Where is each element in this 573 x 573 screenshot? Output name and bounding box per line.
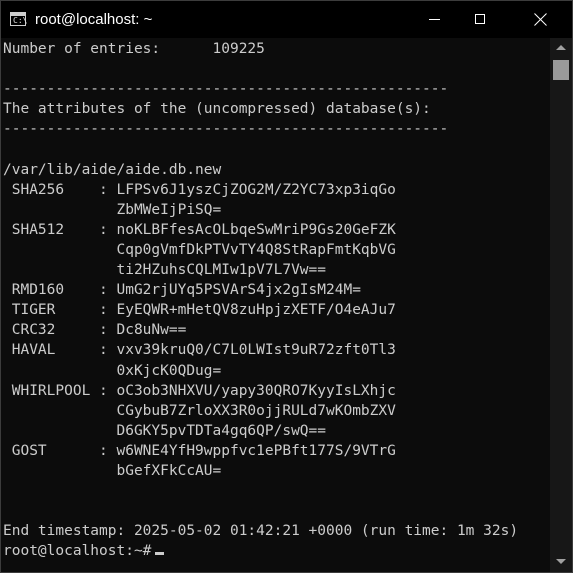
title-bar[interactable]: C:\ root@localhost: ~ [1, 1, 572, 38]
terminal-line: ----------------------------------------… [3, 81, 449, 98]
terminal-line: Cqp0gVmfDkPTVvTY4Q8StRapFmtKqbVG [3, 241, 396, 258]
minimize-button[interactable] [411, 1, 457, 38]
window-title: root@localhost: ~ [35, 11, 153, 28]
terminal-line: GOST : w6WNE4YfH9wppfvc1ePBft177S/9VTrG [3, 442, 396, 459]
terminal-line: HAVAL : vxv39kruQ0/C7L0LWIst9uR72zft0Tl3 [3, 342, 396, 359]
terminal-line: /var/lib/aide/aide.db.new [3, 161, 222, 178]
terminal-window: C:\ root@localhost: ~ Number of entries:… [0, 0, 573, 573]
terminal-line: ti2HZuhsCQLMIw1pV7L7Vw== [3, 262, 327, 279]
terminal-line: CGybuB7ZrloXX3R0ojjRULd7wKOmbZXV [3, 402, 396, 419]
terminal-line: RMD160 : UmG2rjUYq5PSVArS4jx2gIsM24M= [3, 282, 361, 299]
close-button[interactable] [503, 1, 572, 38]
output-lines: Number of entries: 109225 ---------------… [3, 39, 518, 561]
terminal-line: End timestamp: 2025-05-02 01:42:21 +0000… [3, 523, 519, 540]
prompt-line[interactable]: root@localhost:~# [3, 541, 518, 561]
terminal-line: ZbMWeIjPiSQ= [3, 201, 222, 218]
scroll-up-arrow-icon[interactable] [550, 38, 572, 58]
scroll-down-arrow-icon[interactable] [550, 552, 572, 572]
terminal-line: Number of entries: 109225 [3, 41, 265, 57]
shell-prompt: root@localhost:~# [3, 543, 152, 560]
terminal-line: WHIRLPOOL : oC3ob3NHXVU/yapy30QRO7KyyIsL… [3, 382, 396, 399]
terminal-line: CRC32 : Dc8uNw== [3, 322, 187, 339]
maximize-button[interactable] [457, 1, 503, 38]
terminal-output[interactable]: Number of entries: 109225 ---------------… [1, 38, 550, 572]
terminal-line: The attributes of the (uncompressed) dat… [3, 101, 431, 118]
terminal-line: SHA512 : noKLBFfesAcOLbqeSwMriP9Gs20GeFZ… [3, 221, 396, 238]
terminal-line: TIGER : EyEQWR+mHetQV8zuHpjzXETF/O4eAJu7 [3, 302, 396, 319]
terminal-line: ----------------------------------------… [3, 121, 449, 138]
close-icon [534, 13, 547, 26]
terminal-line: 0xKjcK0QDug= [3, 362, 222, 379]
app-icon-glyph: C:\ [13, 16, 28, 25]
vertical-scrollbar[interactable] [550, 38, 572, 572]
minimize-icon [429, 19, 440, 20]
terminal-icon[interactable]: C:\ [10, 12, 28, 26]
scroll-thumb[interactable] [553, 60, 569, 80]
text-cursor [155, 552, 165, 556]
terminal-line: D6GKY5pvTDTa4gq6QP/swQ== [3, 422, 327, 439]
terminal-line: SHA256 : LFPSv6J1yszCjZOG2M/Z2YC73xp3iqG… [3, 181, 396, 198]
terminal-line: bGefXFkCcAU= [3, 462, 222, 479]
maximize-icon [475, 14, 485, 24]
